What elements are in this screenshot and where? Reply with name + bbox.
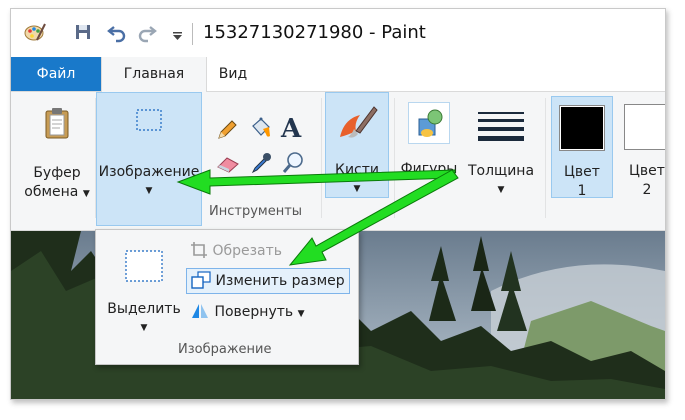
rotate-item[interactable]: Повернуть ▼ [190, 300, 305, 324]
tools-group-label: Инструменты [209, 204, 303, 219]
chevron-down-icon: ▼ [297, 309, 305, 319]
chevron-down-icon: ▼ [353, 184, 361, 194]
color2-button[interactable]: Цвет 2 [617, 96, 665, 198]
clipboard-label-2-row: обмена ▼ [21, 183, 93, 204]
shapes-label: Фигуры [400, 161, 458, 177]
crop-label: Обрезать [212, 243, 283, 259]
clipboard-label-1: Буфер [33, 165, 81, 181]
color-picker-icon[interactable] [249, 150, 273, 176]
paint-window: 15327130271980 - Paint Файл Главная Вид … [10, 8, 666, 400]
color1-label-2: 1 [577, 183, 587, 199]
color2-frame [624, 104, 665, 150]
chevron-down-icon: ▼ [140, 323, 148, 333]
separator [394, 98, 395, 218]
select-label: Выделить [107, 301, 181, 317]
color1-swatch [561, 107, 603, 149]
redo-icon[interactable] [135, 20, 159, 44]
undo-icon[interactable] [105, 20, 129, 44]
brushes-label: Кисти [335, 162, 379, 178]
chevron-down-icon: ▼ [497, 185, 505, 195]
chevron-down-icon: ▼ [145, 186, 153, 196]
paint-app-icon[interactable] [23, 20, 47, 44]
resize-label: Изменить размер [215, 273, 345, 289]
crop-item[interactable]: Обрезать [190, 240, 282, 262]
image-button[interactable]: Изображение ▼ [96, 92, 202, 226]
eraser-icon[interactable] [215, 154, 241, 174]
tab-file[interactable]: Файл [11, 57, 101, 91]
crop-icon [191, 242, 207, 258]
image-label: Изображение [98, 164, 200, 180]
shapes-button[interactable]: Фигуры ▼ [397, 96, 461, 196]
clipboard-button[interactable]: Буфер обмена ▼ [21, 96, 93, 221]
resize-icon [191, 271, 211, 289]
color1-frame [559, 105, 605, 151]
color1-label-1: Цвет [564, 164, 600, 180]
select-rectangle-icon [136, 109, 162, 131]
tab-home[interactable]: Главная [101, 57, 207, 92]
color2-swatch [626, 106, 665, 148]
title-bar: 15327130271980 - Paint [11, 9, 665, 57]
separator [545, 98, 546, 218]
select-rectangle-icon [125, 250, 163, 282]
chevron-down-icon: ▼ [425, 183, 433, 193]
brushes-button[interactable]: Кисти ▼ [325, 92, 389, 198]
brush-icon [340, 106, 378, 138]
pencil-icon[interactable] [215, 118, 239, 142]
color2-label-2: 2 [642, 182, 652, 198]
color1-button[interactable]: Цвет 1 [551, 96, 613, 199]
fill-bucket-icon[interactable] [247, 116, 273, 142]
rotate-icon [192, 304, 208, 318]
customize-quick-access-icon[interactable] [166, 20, 190, 44]
clipboard-icon [45, 108, 69, 139]
separator [321, 98, 322, 218]
ribbon-home: Буфер обмена ▼ Изображение ▼ A Инструмен… [11, 92, 665, 231]
chevron-down-icon: ▼ [82, 189, 90, 199]
save-icon[interactable] [71, 20, 95, 44]
image-group-label: Изображение [178, 342, 272, 357]
image-dropdown-panel: Выделить ▼ Обрезать Изменить размер Пове… [95, 229, 359, 365]
magnifier-icon[interactable] [281, 150, 307, 176]
color2-label-1: Цвет [629, 163, 665, 179]
tools-group: A Инструменты [201, 92, 321, 226]
window-title: 15327130271980 - Paint [203, 22, 426, 43]
title-separator [192, 23, 193, 45]
select-button[interactable]: Выделить ▼ [104, 240, 184, 333]
clipboard-label-2: обмена [24, 184, 79, 200]
resize-item[interactable]: Изменить размер [186, 268, 350, 294]
rotate-label: Повернуть [214, 304, 294, 320]
thickness-label: Толщина [467, 163, 535, 179]
thickness-icon [478, 112, 524, 141]
thickness-button[interactable]: Толщина ▼ [463, 96, 539, 196]
tab-view[interactable]: Вид [205, 57, 261, 91]
text-tool-icon[interactable]: A [281, 114, 301, 144]
ribbon-tabs: Файл Главная Вид [11, 57, 665, 92]
shapes-icon [408, 102, 450, 144]
